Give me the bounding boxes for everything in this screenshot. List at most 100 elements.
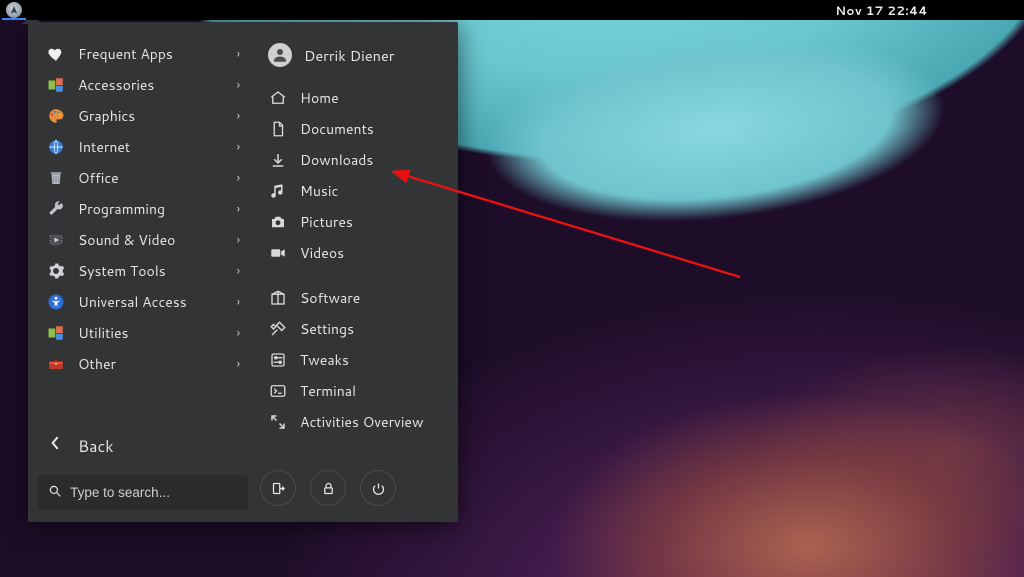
avatar-icon [268, 43, 292, 67]
system-settings[interactable]: Settings [260, 313, 450, 344]
category-frequent-apps[interactable]: Frequent Apps › [38, 38, 248, 69]
user-name: Derrik Diener [304, 45, 394, 66]
system-tweaks[interactable]: Tweaks [260, 344, 450, 375]
search-icon [48, 481, 62, 504]
tools-icon [268, 319, 288, 339]
category-other[interactable]: Other › [38, 348, 248, 379]
back-button[interactable]: Back [38, 427, 248, 465]
place-label: Documents [300, 119, 442, 139]
category-graphics[interactable]: Graphics › [38, 100, 248, 131]
wrench-icon [46, 199, 66, 219]
system-label: Activities Overview [300, 412, 442, 432]
category-office[interactable]: Office › [38, 162, 248, 193]
user-row[interactable]: Derrik Diener [260, 38, 450, 72]
place-label: Downloads [300, 150, 442, 170]
category-label: Universal Access [78, 292, 237, 312]
power-button[interactable] [360, 470, 396, 506]
chevron-right-icon: › [237, 107, 240, 124]
place-label: Music [300, 181, 442, 201]
place-videos[interactable]: Videos [260, 237, 450, 268]
chevron-right-icon: › [237, 138, 240, 155]
session-buttons [260, 470, 450, 510]
home-icon [268, 88, 288, 108]
chevron-right-icon: › [237, 262, 240, 279]
place-documents[interactable]: Documents [260, 113, 450, 144]
lock-button[interactable] [310, 470, 346, 506]
accessories-icon [46, 75, 66, 95]
chevron-right-icon: › [237, 200, 240, 217]
back-label: Back [78, 435, 114, 458]
category-programming[interactable]: Programming › [38, 193, 248, 224]
globe-icon [46, 137, 66, 157]
chevron-right-icon: › [237, 355, 240, 372]
place-label: Videos [300, 243, 442, 263]
system-label: Software [300, 288, 442, 308]
category-label: Programming [78, 199, 237, 219]
system-software[interactable]: Software [260, 282, 450, 313]
arch-logo-icon [9, 5, 19, 15]
logout-icon [271, 481, 286, 496]
palette-icon [46, 106, 66, 126]
document-icon [268, 119, 288, 139]
utilities-icon [46, 323, 66, 343]
menu-places-column: Derrik Diener Home Documents Downloads M… [256, 22, 458, 522]
chevron-right-icon: › [237, 293, 240, 310]
category-label: Internet [78, 137, 237, 157]
lock-icon [321, 481, 336, 496]
menu-categories-column: Frequent Apps › Accessories › Graphics ›… [28, 22, 256, 522]
place-pictures[interactable]: Pictures [260, 206, 450, 237]
place-downloads[interactable]: Downloads [260, 144, 450, 175]
place-label: Home [300, 88, 442, 108]
chevron-left-icon [46, 433, 66, 459]
clock[interactable]: Nov 17 22:44 [835, 2, 928, 19]
system-terminal[interactable]: Terminal [260, 375, 450, 406]
application-menu: Frequent Apps › Accessories › Graphics ›… [28, 22, 458, 522]
search-box[interactable] [38, 475, 248, 510]
activities-button[interactable] [6, 2, 22, 18]
category-label: Other [78, 354, 237, 374]
top-bar: Nov 17 22:44 [0, 0, 1024, 20]
power-icon [371, 481, 386, 496]
place-home[interactable]: Home [260, 82, 450, 113]
terminal-icon [268, 381, 288, 401]
download-icon [268, 150, 288, 170]
film-strip-icon [46, 230, 66, 250]
search-input[interactable] [70, 485, 238, 500]
toolbox-icon [46, 354, 66, 374]
category-label: Graphics [78, 106, 237, 126]
chevron-right-icon: › [237, 231, 240, 248]
music-note-icon [268, 181, 288, 201]
category-label: Utilities [78, 323, 237, 343]
category-label: Accessories [78, 75, 237, 95]
sliders-icon [268, 350, 288, 370]
category-sound-video[interactable]: Sound & Video › [38, 224, 248, 255]
category-label: Frequent Apps [78, 44, 237, 64]
gear-icon [46, 261, 66, 281]
expand-icon [268, 412, 288, 432]
category-internet[interactable]: Internet › [38, 131, 248, 162]
system-label: Tweaks [300, 350, 442, 370]
logout-button[interactable] [260, 470, 296, 506]
system-label: Terminal [300, 381, 442, 401]
camera-icon [268, 212, 288, 232]
category-accessories[interactable]: Accessories › [38, 69, 248, 100]
place-label: Pictures [300, 212, 442, 232]
category-utilities[interactable]: Utilities › [38, 317, 248, 348]
video-camera-icon [268, 243, 288, 263]
accessibility-icon [46, 292, 66, 312]
category-universal-access[interactable]: Universal Access › [38, 286, 248, 317]
category-system-tools[interactable]: System Tools › [38, 255, 248, 286]
chevron-right-icon: › [237, 76, 240, 93]
chevron-right-icon: › [237, 324, 240, 341]
package-icon [268, 288, 288, 308]
system-label: Settings [300, 319, 442, 339]
system-activities-overview[interactable]: Activities Overview [260, 406, 450, 437]
chevron-right-icon: › [237, 169, 240, 186]
category-label: System Tools [78, 261, 237, 281]
activities-active-indicator [2, 18, 26, 20]
trash-bin-icon [46, 168, 66, 188]
category-label: Office [78, 168, 237, 188]
heart-icon [46, 44, 66, 64]
chevron-right-icon: › [237, 45, 240, 62]
place-music[interactable]: Music [260, 175, 450, 206]
